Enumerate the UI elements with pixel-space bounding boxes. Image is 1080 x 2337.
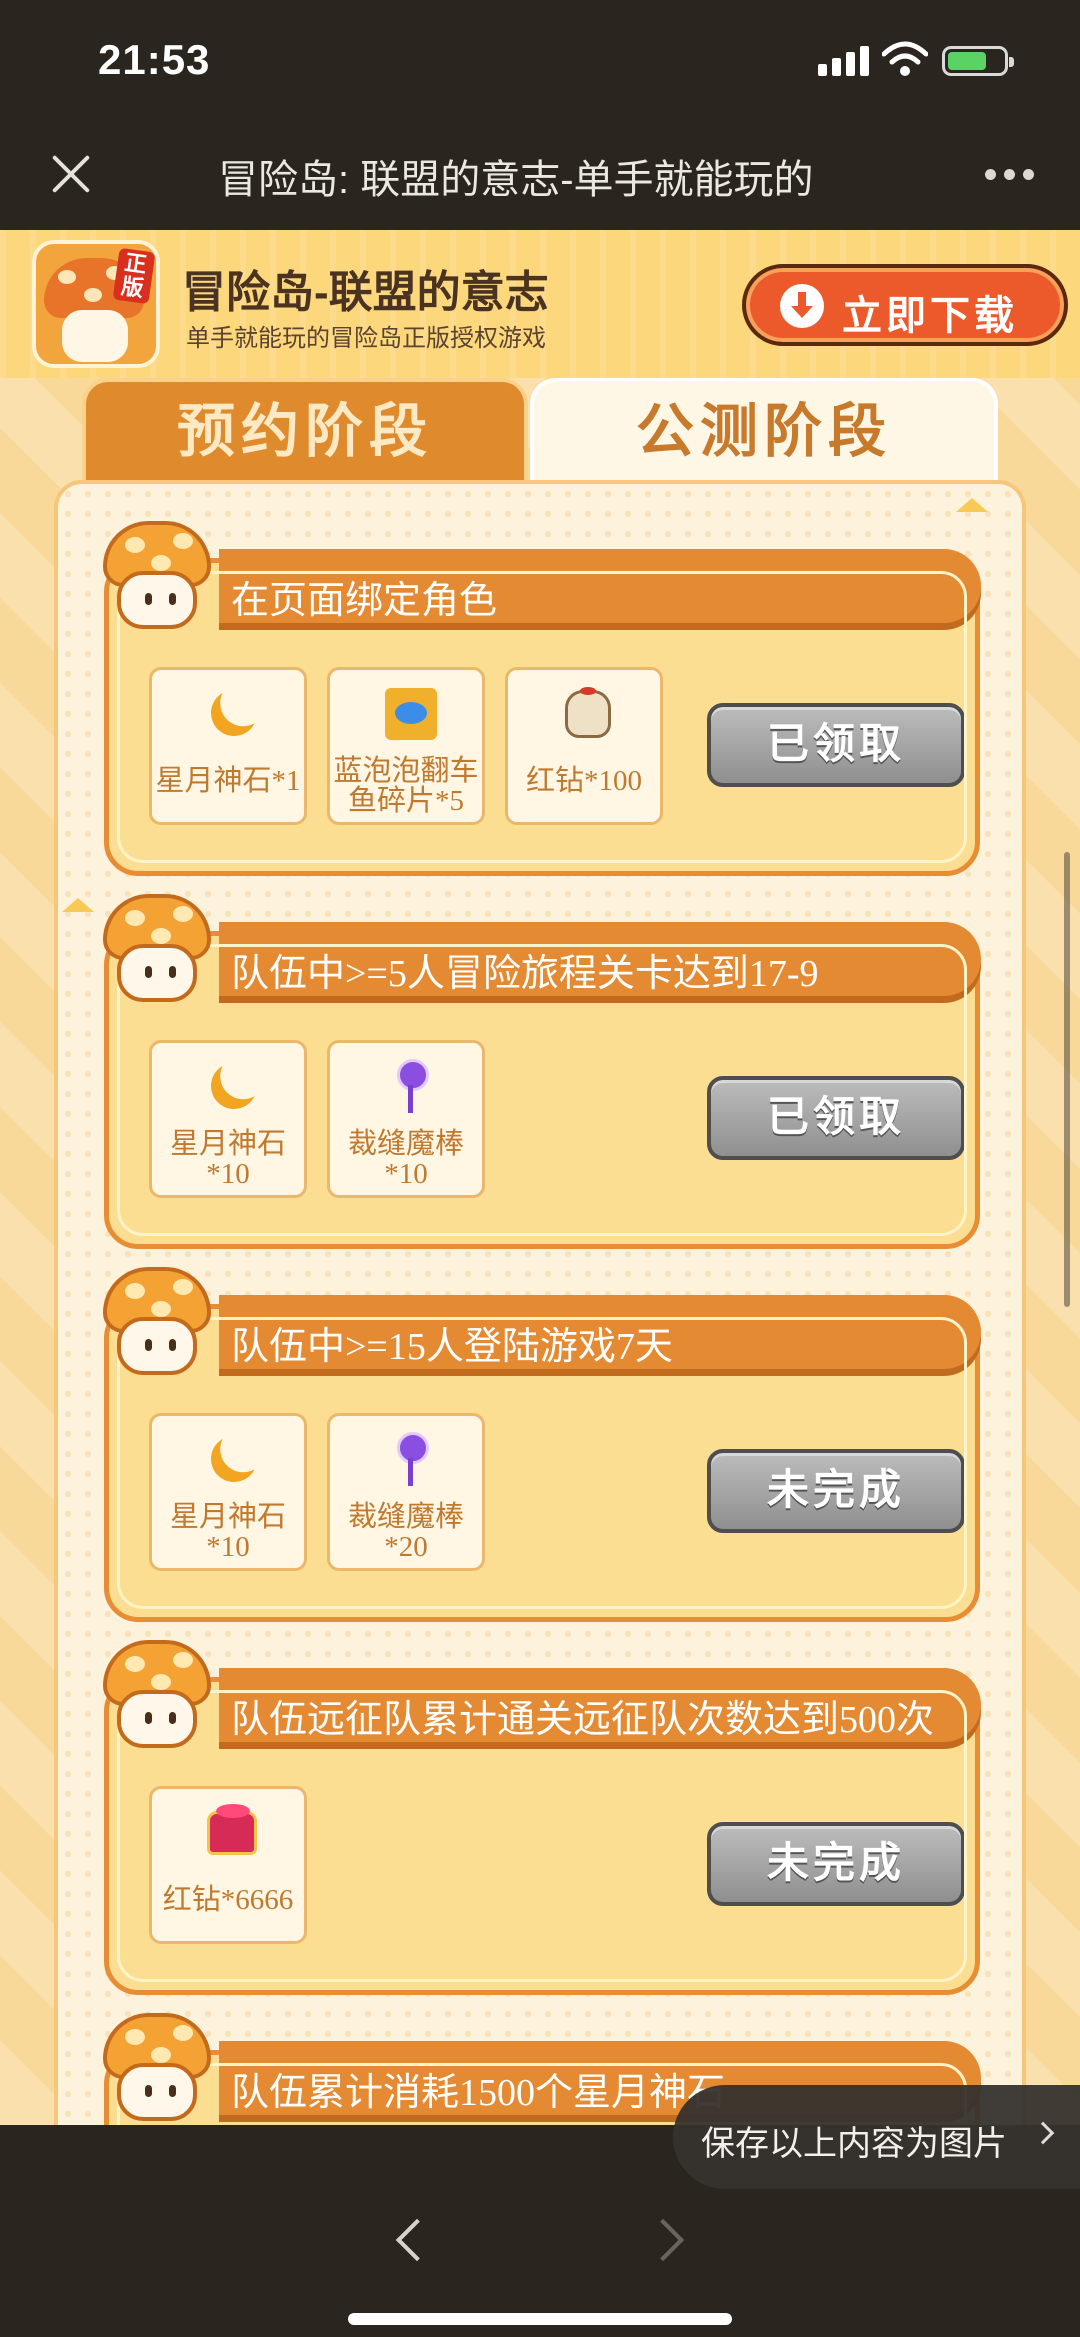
- tailor-wand-icon: [379, 1059, 439, 1115]
- reward-item: 裁缝魔棒 *10: [327, 1040, 485, 1198]
- task-card: 队伍中>=15人登陆游戏7天 星月神石 *10 裁缝魔棒 *20 未完成: [103, 1267, 981, 1622]
- tailor-wand-icon: [379, 1432, 439, 1488]
- banner-tagline: 单手就能玩的冒险岛正版授权游戏: [186, 325, 546, 352]
- tab-reservation-stage[interactable]: 预约阶段: [82, 378, 528, 484]
- moon-stone-icon: [201, 1432, 261, 1488]
- battery-icon: [942, 46, 1014, 76]
- download-icon: [780, 284, 824, 328]
- web-content[interactable]: 正版 冒险岛-联盟的意志 单手就能玩的冒险岛正版授权游戏 立即下载 预约阶段 公…: [0, 230, 1080, 2125]
- mushroom-mascot-icon: [99, 1640, 217, 1752]
- reward-item: 蓝泡泡翻车 鱼碎片*5: [327, 667, 485, 825]
- incomplete-button[interactable]: 未完成: [707, 1822, 965, 1906]
- red-diamond-bag-icon: [557, 686, 617, 742]
- page-title: 冒险岛: 联盟的意志-单手就能玩的: [218, 158, 814, 202]
- claimed-button[interactable]: 已领取: [707, 703, 965, 787]
- task-title: 队伍累计消耗1500个星月神石: [231, 2072, 726, 2114]
- reward-item: 红钻*100: [505, 667, 663, 825]
- scrollbar[interactable]: [1064, 852, 1070, 1307]
- task-title: 队伍中>=15人登陆游戏7天: [231, 1326, 673, 1368]
- task-card: 队伍远征队累计通关远征队次数达到500次 红钻*6666 未完成: [103, 1640, 981, 1995]
- wifi-icon: [882, 41, 928, 76]
- task-title: 在页面绑定角色: [231, 580, 498, 622]
- mushroom-mascot-icon: [99, 894, 217, 1006]
- save-as-image-button[interactable]: 保存以上内容为图片: [673, 2085, 1080, 2189]
- status-bar: 21:53: [0, 0, 1080, 125]
- star-decoration-icon: [956, 498, 988, 512]
- moon-stone-icon: [201, 686, 261, 742]
- fish-fragment-icon: [379, 686, 439, 742]
- mushroom-mascot-icon: [99, 521, 217, 633]
- banner-app-name: 冒险岛-联盟的意志: [182, 268, 549, 317]
- reward-item: 红钻*6666: [149, 1786, 307, 1944]
- reward-item: 星月神石*1: [149, 667, 307, 825]
- forward-arrow-icon[interactable]: [641, 2218, 685, 2262]
- chevron-right-icon: [1031, 2121, 1055, 2145]
- download-banner: 正版 冒险岛-联盟的意志 单手就能玩的冒险岛正版授权游戏 立即下载: [0, 230, 1080, 378]
- app-icon: 正版: [32, 240, 160, 368]
- claimed-button[interactable]: 已领取: [707, 1076, 965, 1160]
- reward-item: 星月神石 *10: [149, 1040, 307, 1198]
- incomplete-button[interactable]: 未完成: [707, 1449, 965, 1533]
- close-icon[interactable]: [48, 151, 94, 197]
- home-indicator[interactable]: [348, 2313, 732, 2325]
- task-card: 在页面绑定角色 星月神石*1 蓝泡泡翻车 鱼碎片*5 红钻*100 已领取: [103, 521, 981, 876]
- more-options-icon[interactable]: [985, 169, 1035, 183]
- mushroom-mascot-icon: [99, 2013, 217, 2125]
- moon-stone-icon: [201, 1059, 261, 1115]
- cellular-signal-icon: [818, 44, 870, 76]
- status-time: 21:53: [98, 36, 211, 83]
- reward-item: 星月神石 *10: [149, 1413, 307, 1571]
- tab-public-test-stage[interactable]: 公测阶段: [530, 378, 998, 484]
- back-arrow-icon[interactable]: [395, 2218, 439, 2262]
- reward-item: 裁缝魔棒 *20: [327, 1413, 485, 1571]
- save-as-image-label: 保存以上内容为图片: [701, 2125, 1007, 2163]
- task-title: 队伍中>=5人冒险旅程关卡达到17-9: [231, 953, 819, 995]
- download-button[interactable]: 立即下载: [742, 264, 1068, 346]
- red-diamond-chest-icon: [201, 1804, 261, 1861]
- task-card: 队伍中>=5人冒险旅程关卡达到17-9 星月神石 *10 裁缝魔棒 *10 已领取: [103, 894, 981, 1249]
- star-decoration-icon: [62, 898, 94, 912]
- app-icon-badge: 正版: [112, 247, 156, 305]
- task-title: 队伍远征队累计通关远征队次数达到500次: [231, 1699, 935, 1741]
- title-bar: 冒险岛: 联盟的意志-单手就能玩的: [0, 125, 1080, 230]
- mushroom-mascot-icon: [99, 1267, 217, 1379]
